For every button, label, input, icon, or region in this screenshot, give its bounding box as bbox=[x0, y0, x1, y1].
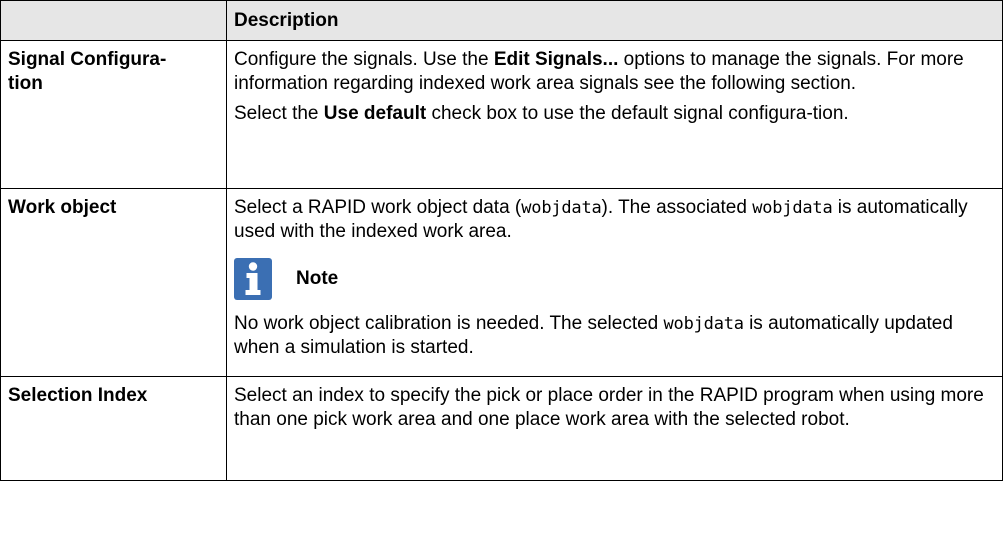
code-text: wobjdata bbox=[663, 314, 744, 334]
code-text: wobjdata bbox=[752, 198, 833, 218]
text-run: Select the bbox=[234, 103, 324, 124]
description-paragraph: Select the Use default check box to use … bbox=[234, 102, 994, 126]
note-box: Note bbox=[234, 258, 994, 300]
term-text-line1: Signal Configura- bbox=[8, 49, 167, 70]
text-run: No work object calibration is needed. Th… bbox=[234, 313, 664, 334]
description-table: Description Signal Configura- tion Confi… bbox=[0, 0, 1003, 481]
note-label: Note bbox=[296, 268, 339, 289]
description-cell: Select a RAPID work object data (wobjdat… bbox=[226, 188, 1003, 377]
text-run: check box to use the default signal conf… bbox=[426, 103, 849, 124]
term-cell: Signal Configura- tion bbox=[0, 40, 227, 189]
description-cell: Configure the signals. Use the Edit Sign… bbox=[226, 40, 1003, 189]
description-paragraph: Select an index to specify the pick or p… bbox=[234, 385, 984, 430]
table-row: Work object Select a RAPID work object d… bbox=[0, 188, 1003, 377]
description-paragraph: Configure the signals. Use the Edit Sign… bbox=[234, 48, 994, 96]
table-header-row: Description bbox=[0, 0, 1003, 41]
info-icon bbox=[234, 258, 272, 300]
code-text: wobjdata bbox=[521, 198, 602, 218]
term-text-line2: tion bbox=[8, 73, 43, 94]
text-run: ). The associated bbox=[601, 197, 753, 218]
description-cell: Select an index to specify the pick or p… bbox=[226, 376, 1003, 481]
header-description-cell: Description bbox=[226, 0, 1003, 41]
description-paragraph: Select a RAPID work object data (wobjdat… bbox=[234, 196, 994, 244]
text-run: Select a RAPID work object data ( bbox=[234, 197, 522, 218]
table-row: Selection Index Select an index to speci… bbox=[0, 376, 1003, 481]
text-run: Configure the signals. Use the bbox=[234, 49, 494, 70]
ui-option-name: Edit Signals... bbox=[493, 49, 619, 70]
table-row: Signal Configura- tion Configure the sig… bbox=[0, 40, 1003, 189]
ui-option-name: Use default bbox=[323, 103, 427, 124]
term-cell: Selection Index bbox=[0, 376, 227, 481]
term-cell: Work object bbox=[0, 188, 227, 377]
header-term-cell bbox=[0, 0, 227, 41]
description-paragraph: No work object calibration is needed. Th… bbox=[234, 312, 994, 360]
